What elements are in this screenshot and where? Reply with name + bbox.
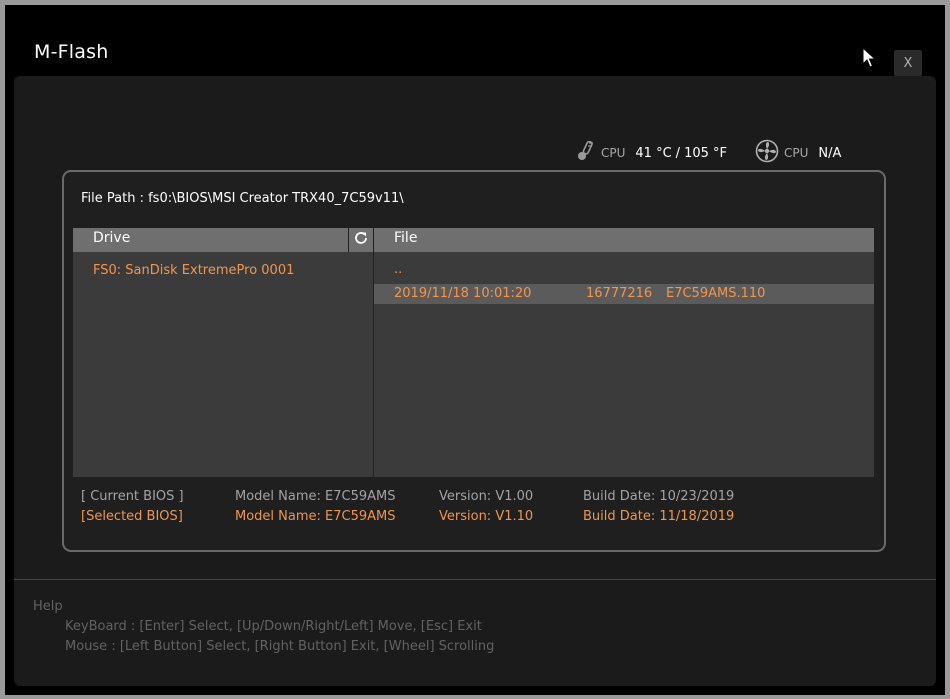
refresh-icon [353,230,369,250]
current-bios-label: [ Current BIOS ] [81,489,184,504]
current-bios-version: Version: V1.00 [439,489,534,504]
content-area: CPU 41 °C / 105 °F CPU N/A File Path: f… [14,76,936,686]
help-keyboard: KeyBoard : [Enter] Select, [Up/Down/Righ… [65,619,482,634]
window-title: M-Flash [34,41,109,63]
cpu-temp-sensor: CPU 41 °C / 105 °F [574,138,727,168]
file-path-label: File Path : [81,191,144,206]
temp-separator: / [675,145,681,161]
refresh-button[interactable] [349,228,373,252]
cpu-fan-sensor: CPU N/A [755,138,841,168]
parent-directory-item[interactable]: .. [394,262,402,277]
help-mouse: Mouse : [Left Button] Select, [Right But… [65,639,495,654]
drive-header-label: Drive [93,230,131,246]
file-header-label: File [394,230,418,246]
close-button[interactable]: X [894,50,922,76]
help-divider [14,579,936,580]
cpu-fan-value: N/A [818,145,842,161]
current-bios-build-date: Build Date: 10/23/2019 [583,489,735,504]
fan-icon [755,139,779,167]
mflash-window: M-Flash X CPU 41 °C / 105 °F CPU N/A Fil… [5,5,945,695]
selected-bios-model: Model Name: E7C59AMS [235,509,396,524]
file-browser-panel: File Path : fs0:\BIOS\MSI Creator TRX40_… [62,170,886,552]
file-size: 16777216 [586,286,653,301]
current-bios-model: Model Name: E7C59AMS [235,489,396,504]
thermometer-icon [574,140,596,166]
file-path: File Path : fs0:\BIOS\MSI Creator TRX40_… [81,191,404,206]
selected-bios-version: Version: V1.10 [439,509,534,524]
cpu-temp-label: CPU [601,146,626,160]
file-row-selected[interactable]: 2019/11/18 10:01:20 16777216 E7C59AMS.11… [374,284,874,304]
drive-column-header: Drive [73,228,348,252]
file-name: E7C59AMS.110 [666,286,766,301]
selected-bios-build-date: Build Date: 11/18/2019 [583,509,735,524]
file-list: .. 2019/11/18 10:01:20 16777216 E7C59AMS… [374,252,874,477]
file-column-header: File [374,228,874,252]
mouse-cursor-icon [862,46,877,73]
file-path-value: fs0:\BIOS\MSI Creator TRX40_7C59v11\ [148,191,404,206]
help-title: Help [33,599,63,614]
selected-bios-label: [Selected BIOS] [81,509,183,524]
cpu-fan-label: CPU [784,146,809,160]
cpu-temp-celsius: 41 °C [635,145,672,161]
file-date: 2019/11/18 10:01:20 [394,286,532,301]
drive-list: FS0: SanDisk ExtremePro 0001 [73,252,373,477]
close-icon: X [903,55,913,71]
drive-item-fs0[interactable]: FS0: SanDisk ExtremePro 0001 [93,263,294,278]
cpu-temp-fahrenheit: 105 °F [684,145,727,161]
